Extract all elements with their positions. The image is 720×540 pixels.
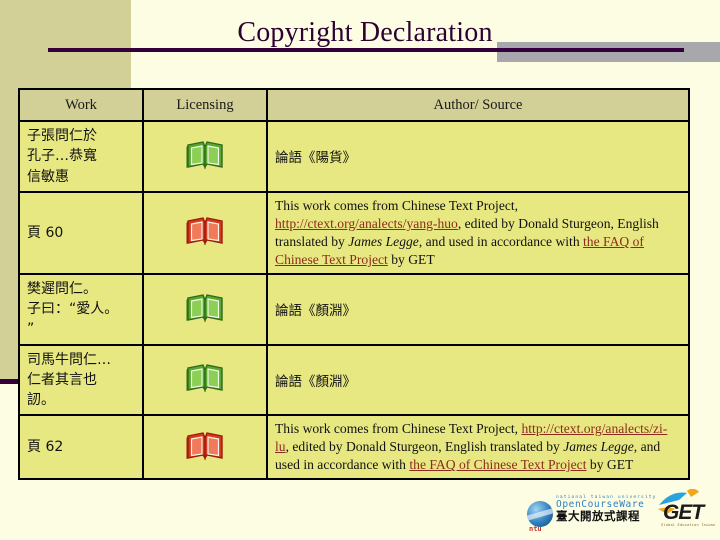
work-cell: 子張問仁於 孔子…恭寬 信敏惠 [18,120,144,193]
table-row: 樊遲問仁。 子曰：“愛人。 ” 論語《顏淵》 [18,272,690,346]
table-row: 子張問仁於 孔子…恭寬 信敏惠 論語《陽貨》 [18,120,690,193]
licensing-cell [142,343,268,417]
ntu-logo-text: national taiwan university OpenCourseWar… [556,495,655,524]
work-cell: 司馬牛問仁… 仁者其言也 訒。 [18,343,144,417]
red-open-book-icon [185,429,225,461]
ntu-wordmark: ntu [529,525,542,533]
footer-logos: ntu national taiwan university OpenCours… [515,487,720,537]
copyright-declaration-table: Work Licensing Author/ Source 子張問仁於 孔子…恭… [18,88,690,481]
get-subtitle: Global Education Taiwan [661,523,716,527]
source-text: by GET [586,457,634,473]
work-cell: 頁 62 [18,414,144,481]
column-header-author-source: Author/ Source [266,88,690,122]
licensing-cell [142,414,268,481]
ntu-chinese-line: 臺大開放式課程 [556,509,640,524]
table-header: Work Licensing Author/ Source [18,88,690,122]
table-row: 頁 62 This work comes from Chinese Text Pr… [18,414,690,481]
table-row: 司馬牛問仁… 仁者其言也 訒。 論語《顏淵》 [18,343,690,417]
author-source-cell: 論語《陽貨》 [266,120,690,193]
licensing-cell [142,272,268,346]
source-text: This work comes from Chinese Text Projec… [275,197,519,213]
translator-name: James Legge [563,439,634,455]
licensing-cell [142,190,268,275]
work-cell: 頁 60 [18,190,144,275]
source-text: , edited by Donald Sturgeon, English tra… [285,439,564,455]
source-link[interactable]: the FAQ of Chinese Text Project [409,457,586,472]
slide-canvas: Copyright Declaration Work Licensing Aut… [0,0,720,540]
column-header-licensing: Licensing [142,88,268,122]
green-open-book-icon [185,291,225,323]
green-open-book-icon [185,138,225,170]
author-source-cell: 論語《顏淵》 [266,272,690,346]
get-logo: GET Global Education Taiwan [657,488,719,533]
table-header-row: Work Licensing Author/ Source [18,88,690,122]
column-header-work: Work [18,88,144,122]
author-source-cell: This work comes from Chinese Text Projec… [266,190,690,275]
source-link[interactable]: http://ctext.org/analects/yang-huo [275,216,458,231]
work-cell: 樊遲問仁。 子曰：“愛人。 ” [18,272,144,346]
get-wordmark: GET [663,501,704,524]
red-open-book-icon [185,214,225,246]
title-underline-rule [48,48,684,52]
source-text: This work comes from Chinese Text Projec… [275,421,522,437]
author-source-cell: This work comes from Chinese Text Projec… [266,414,690,481]
author-source-cell: 論語《顏淵》 [266,343,690,417]
table-row: 頁 60 This work comes from Chinese Text Pr… [18,190,690,275]
licensing-cell [142,120,268,193]
translator-name: James Legge [348,233,419,249]
table-body: 子張問仁於 孔子…恭寬 信敏惠 論語《陽貨》頁 60 This work comes… [18,120,690,481]
page-title: Copyright Declaration [237,17,493,48]
green-open-book-icon [185,361,225,393]
globe-icon [527,501,553,527]
source-text: by GET [387,251,435,267]
ntu-opencourseware-logo: ntu national taiwan university OpenCours… [527,495,655,533]
source-text: , and used in accordance with [418,233,584,249]
